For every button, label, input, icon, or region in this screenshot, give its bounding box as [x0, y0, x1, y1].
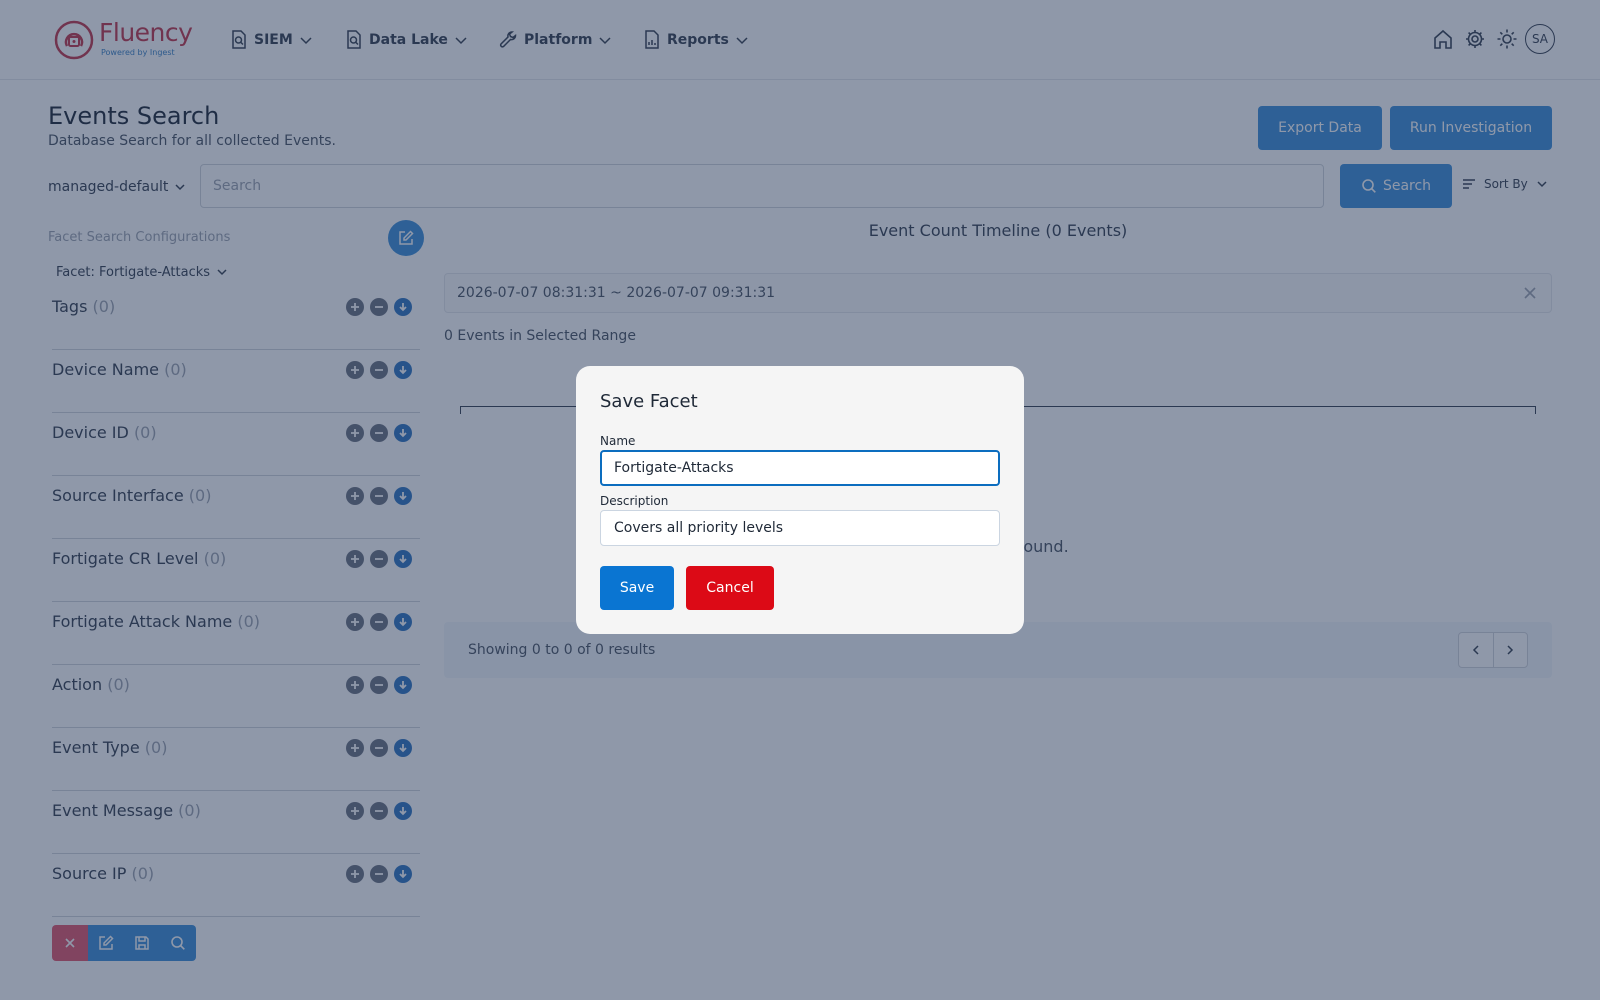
description-label: Description: [600, 494, 669, 508]
dialog-title: Save Facet: [600, 391, 698, 412]
cancel-button[interactable]: Cancel: [686, 566, 774, 610]
save-button[interactable]: Save: [600, 566, 674, 610]
description-field[interactable]: [600, 510, 1000, 546]
save-facet-dialog: Save Facet Name Description Save Cancel: [576, 366, 1024, 634]
name-field[interactable]: [600, 450, 1000, 486]
name-label: Name: [600, 434, 636, 448]
